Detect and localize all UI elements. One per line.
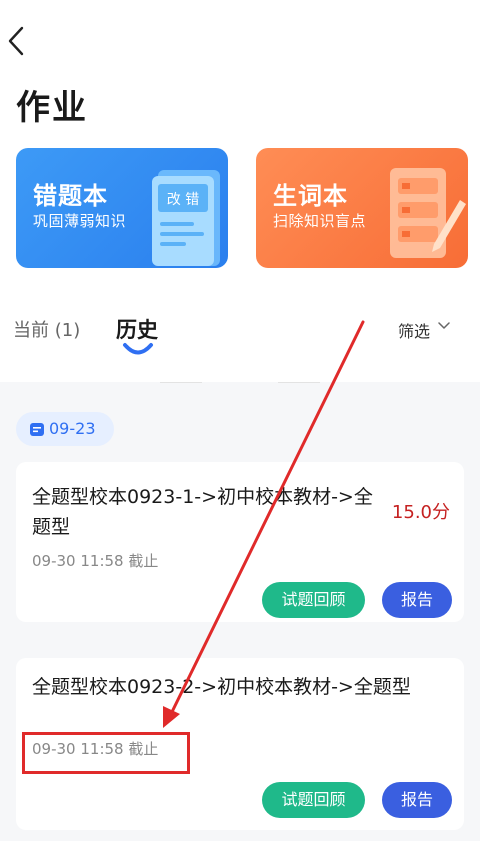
scroll-list-icon	[390, 168, 466, 258]
review-questions-button[interactable]: 试题回顾	[262, 782, 365, 818]
date-group-label: 09-23	[49, 419, 96, 438]
notebook-icon: 改 错	[152, 170, 220, 266]
wrong-question-book-subtitle: 巩固薄弱知识	[33, 212, 127, 230]
tab-bar: 当前 (1) 历史 筛选	[0, 300, 480, 370]
report-button[interactable]: 报告	[382, 582, 452, 618]
report-button[interactable]: 报告	[382, 782, 452, 818]
feature-cards: 错题本 巩固薄弱知识 改 错 生词本 扫除知识盲点	[16, 148, 468, 268]
document-icon	[30, 423, 44, 436]
wrong-question-book-card[interactable]: 错题本 巩固薄弱知识 改 错	[16, 148, 228, 268]
wrong-question-book-title: 错题本	[33, 182, 108, 210]
chevron-left-icon[interactable]	[4, 24, 28, 58]
vocabulary-book-title: 生词本	[273, 182, 348, 210]
filter-button[interactable]: 筛选	[398, 318, 430, 342]
homework-card[interactable]: 全题型校本0923-1->初中校本教材->全题型 15.0分 09-30 11:…	[16, 462, 464, 622]
annotation-highlight-box	[22, 732, 190, 774]
date-group-chip: 09-23	[16, 412, 114, 446]
homework-title: 全题型校本0923-2->初中校本教材->全题型	[32, 676, 411, 698]
homework-title: 全题型校本0923-1->初中校本教材->全题型	[32, 486, 373, 538]
page-title: 作业	[16, 88, 88, 128]
divider	[278, 382, 320, 383]
tab-current[interactable]: 当前 (1)	[13, 316, 80, 342]
divider	[160, 382, 202, 383]
homework-score: 15.0分	[391, 502, 450, 523]
notebook-art-label: 改 错	[167, 192, 199, 208]
homework-deadline: 09-30 11:58 截止	[32, 552, 159, 570]
vocabulary-book-card[interactable]: 生词本 扫除知识盲点	[256, 148, 468, 268]
review-questions-button[interactable]: 试题回顾	[262, 582, 365, 618]
active-tab-indicator	[123, 343, 153, 355]
tab-history[interactable]: 历史	[116, 314, 158, 344]
top-bar	[0, 0, 480, 80]
chevron-down-icon[interactable]	[438, 321, 450, 331]
vocabulary-book-subtitle: 扫除知识盲点	[273, 212, 367, 230]
